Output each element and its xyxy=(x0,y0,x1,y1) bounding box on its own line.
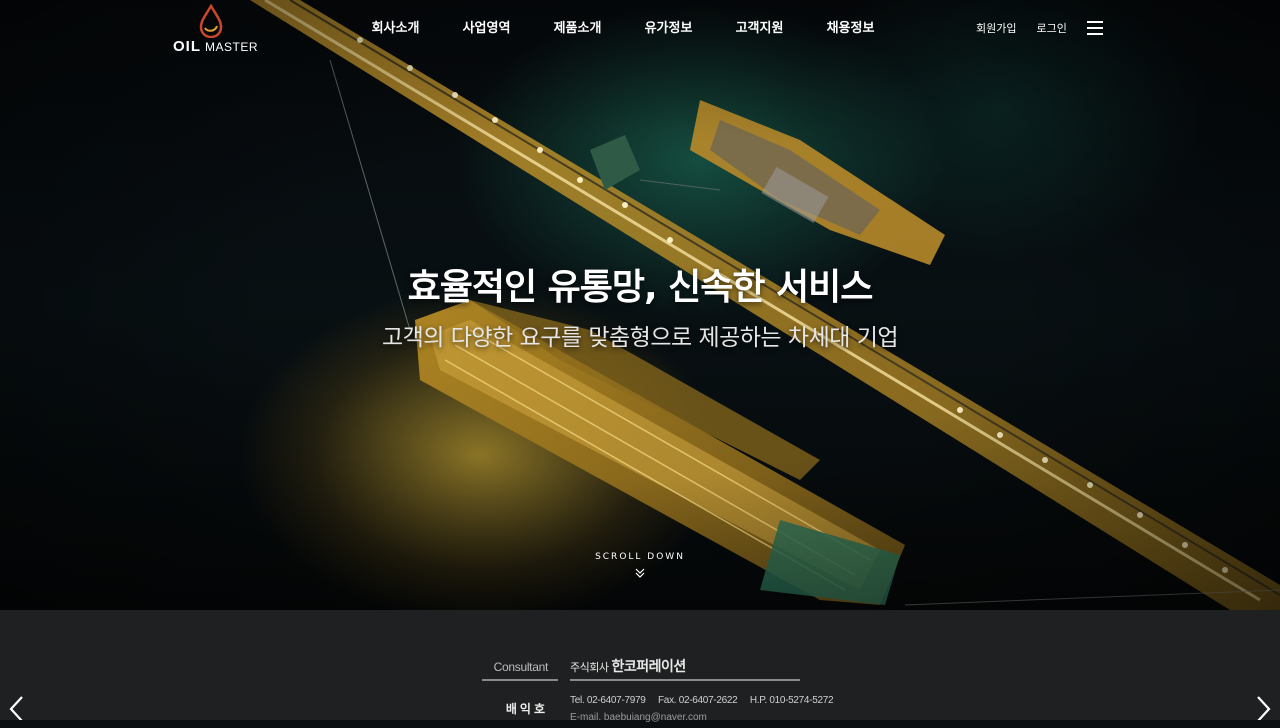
hamburger-bar xyxy=(1087,33,1103,35)
nav-item-business[interactable]: 사업영역 xyxy=(441,20,532,38)
logo-word-oil: OIL xyxy=(173,38,201,55)
hero-title: 효율적인 유통망, 신속한 서비스 xyxy=(407,267,874,308)
main-nav: 회사소개 사업영역 제품소개 유가정보 고객지원 채용정보 xyxy=(350,20,896,38)
hamburger-bar xyxy=(1087,27,1103,29)
nav-item-company[interactable]: 회사소개 xyxy=(350,20,441,38)
utility-links: 회원가입 로그인 xyxy=(976,20,1067,38)
oil-drop-logo-icon xyxy=(199,4,223,38)
nav-item-support[interactable]: 고객지원 xyxy=(714,20,805,38)
login-link[interactable]: 로그인 xyxy=(1036,20,1066,38)
logo-word-master: MASTER xyxy=(205,40,259,54)
site-logo[interactable]: OIL MASTER xyxy=(173,4,263,55)
business-card: Consultant 주식회사 한코퍼레이션 배익호 Tel. 02-6407-7… xyxy=(482,648,834,728)
hamburger-icon[interactable] xyxy=(1087,21,1103,35)
company-prefix: 주식회사 xyxy=(570,662,609,674)
nav-item-careers[interactable]: 채용정보 xyxy=(805,20,896,38)
fax-number: Fax. 02-6407-2622 xyxy=(658,695,738,706)
double-chevron-down-icon xyxy=(635,568,645,578)
tel-number: Tel. 02-6407-7979 xyxy=(570,695,646,706)
email-address: E-mail. baebuiang@naver.com xyxy=(570,712,707,723)
contact-numbers: Tel. 02-6407-7979 Fax. 02-6407-2622 H.P.… xyxy=(570,695,843,706)
hero-subtitle: 고객의 다양한 요구를 맞춤형으로 제공하는 차세대 기업 xyxy=(381,325,899,351)
person-name: 배익호 xyxy=(505,702,548,716)
divider xyxy=(570,679,800,681)
mobile-number: H.P. 010-5274-5272 xyxy=(749,695,834,706)
chevron-right-icon[interactable] xyxy=(1254,693,1274,720)
bottom-section: Consultant 주식회사 한코퍼레이션 배익호 Tel. 02-6407-7… xyxy=(0,610,1280,723)
logo-text: OIL MASTER xyxy=(173,38,258,55)
nav-item-oil-price[interactable]: 유가정보 xyxy=(623,20,714,38)
scroll-down-label: SCROLL DOWN xyxy=(595,552,685,562)
signup-link[interactable]: 회원가입 xyxy=(976,20,1016,38)
company-name: 주식회사 한코퍼레이션 xyxy=(570,656,686,676)
hamburger-bar xyxy=(1087,21,1103,23)
consultant-label: Consultant xyxy=(493,660,549,674)
chevron-left-icon[interactable] xyxy=(6,693,26,720)
nav-item-products[interactable]: 제품소개 xyxy=(532,20,623,38)
company-name-text: 한코퍼레이션 xyxy=(611,658,686,674)
divider xyxy=(482,679,558,681)
scroll-down-button[interactable]: SCROLL DOWN xyxy=(590,552,690,578)
